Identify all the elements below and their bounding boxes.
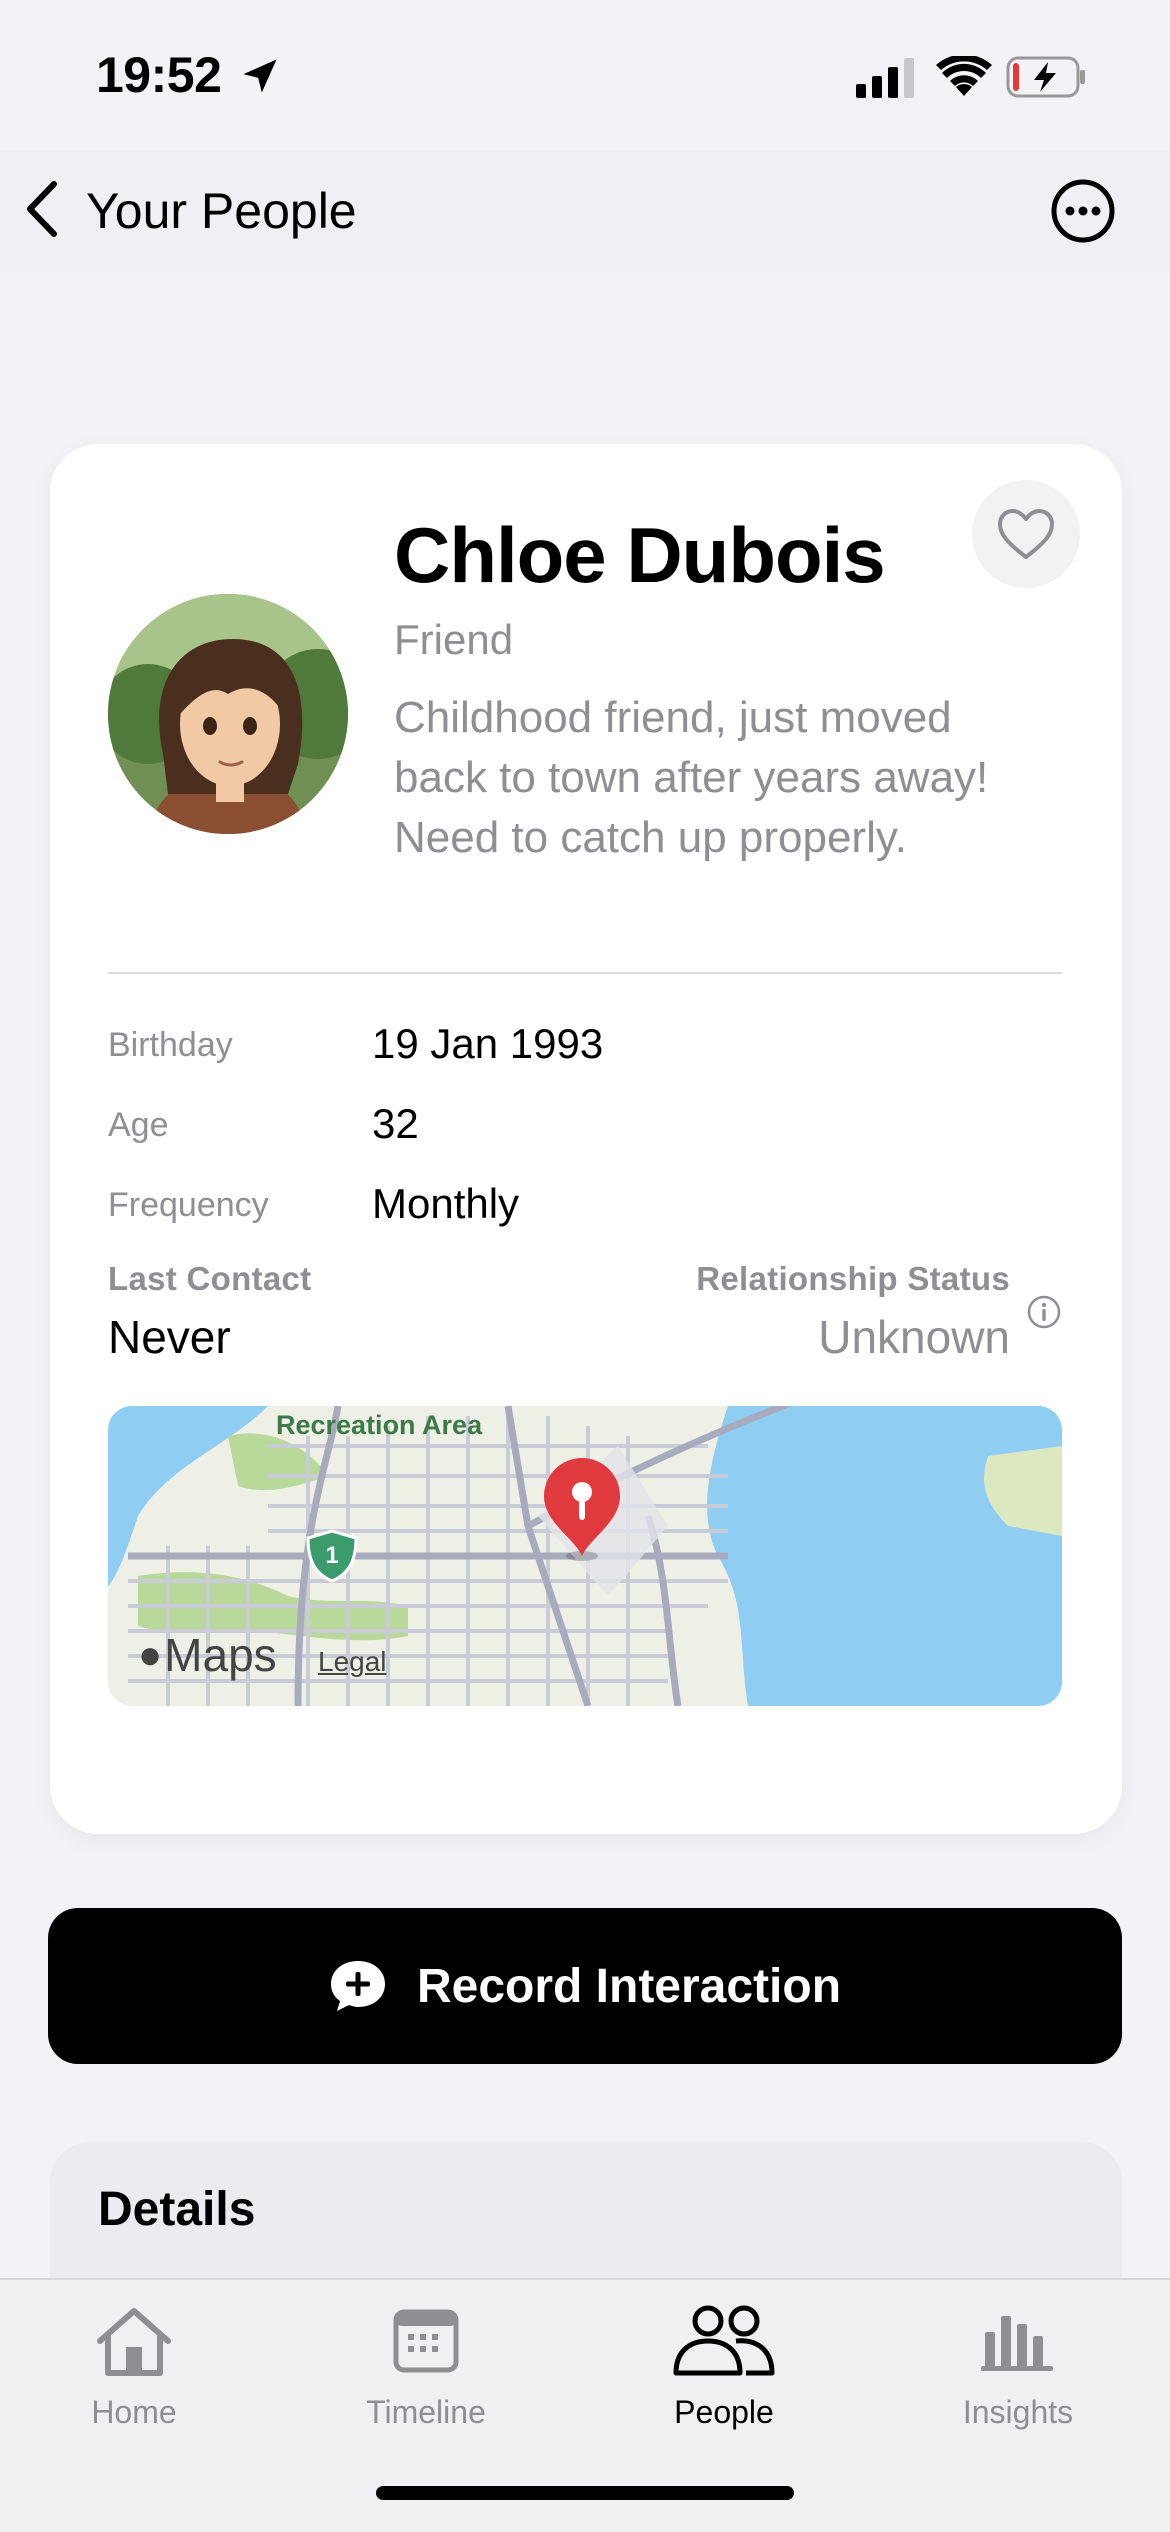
tab-home[interactable]: Home	[14, 2280, 254, 2480]
location-map[interactable]: Recreation Area 1 ● Maps Legal	[108, 1406, 1062, 1706]
details-title: Details	[98, 2183, 256, 2236]
relationship-type: Friend	[394, 616, 514, 663]
map-area-label: Recreation Area	[276, 1410, 483, 1440]
chart-bars-icon	[981, 2296, 1055, 2386]
tab-label: Home	[91, 2394, 177, 2430]
back-button[interactable]: Your People	[20, 176, 357, 246]
profile-bio: Childhood friend, just moved back to tow…	[394, 693, 989, 862]
profile-card: Chloe Dubois Friend Childhood friend, ju…	[50, 444, 1122, 1834]
battery-charging-icon	[1006, 56, 1088, 103]
navigation-bar: Your People	[0, 150, 1170, 272]
maps-logo: ● Maps	[138, 1628, 277, 1682]
map-legal-link[interactable]: Legal	[318, 1646, 387, 1678]
wifi-icon	[936, 54, 992, 103]
relationship-status-label: Relationship Status	[696, 1260, 1010, 1297]
divider	[108, 972, 1062, 974]
house-icon	[92, 2296, 176, 2386]
ellipsis-circle-icon	[1051, 179, 1115, 243]
last-contact-value: Never	[108, 1311, 231, 1363]
calendar-icon	[392, 2296, 460, 2386]
record-interaction-label: Record Interaction	[416, 1959, 842, 2013]
maps-logo-text: Maps	[164, 1629, 277, 1681]
map-pin-icon	[538, 1456, 626, 1571]
tab-label: Insights	[962, 2394, 1074, 2430]
heart-icon	[998, 509, 1054, 559]
people-icon	[670, 2296, 778, 2386]
route-number: 1	[325, 1542, 339, 1569]
apple-logo-icon: ●	[138, 1632, 163, 1677]
tab-insights[interactable]: Insights	[898, 2280, 1138, 2480]
add-message-icon	[330, 1961, 385, 2011]
tab-people[interactable]: People	[604, 2280, 844, 2480]
profile-name: Chloe Dubois	[394, 511, 886, 599]
status-time: 19:52	[96, 47, 222, 103]
location-arrow-icon	[238, 54, 282, 103]
back-label: Your People	[86, 183, 357, 239]
info-icon[interactable]	[1026, 1294, 1062, 1335]
record-interaction-button[interactable]: Record Interaction	[48, 1908, 1122, 2064]
tab-label: Timeline	[366, 2394, 486, 2430]
more-options-button[interactable]	[1050, 178, 1116, 244]
cellular-signal-icon	[856, 58, 916, 103]
frequency-value: Monthly	[372, 1180, 520, 1227]
birthday-label: Birthday	[108, 1026, 233, 1064]
favorite-button[interactable]	[972, 480, 1080, 588]
birthday-value: 19 Jan 1993	[372, 1020, 604, 1067]
age-value: 32	[372, 1100, 419, 1147]
last-contact-label: Last Contact	[108, 1260, 312, 1297]
tab-timeline[interactable]: Timeline	[306, 2280, 546, 2480]
route-shield-icon: 1	[304, 1528, 360, 1589]
frequency-label: Frequency	[108, 1186, 269, 1224]
age-label: Age	[108, 1106, 169, 1144]
chevron-left-icon	[20, 178, 64, 245]
tab-label: People	[674, 2394, 774, 2430]
home-indicator	[376, 2486, 794, 2500]
avatar	[108, 594, 348, 834]
relationship-status-value: Unknown	[818, 1311, 1010, 1363]
status-bar: 19:52	[0, 0, 1170, 150]
